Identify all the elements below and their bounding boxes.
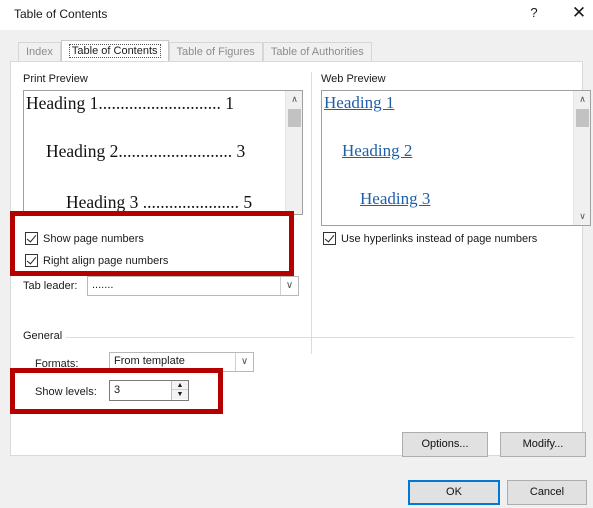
web-preview-heading-3[interactable]: Heading 3 — [360, 189, 430, 209]
spin-up-icon[interactable]: ▲ — [172, 381, 188, 390]
web-preview-heading-2[interactable]: Heading 2 — [342, 141, 412, 161]
print-preview-scrollbar[interactable]: ∧ — [285, 91, 302, 214]
cancel-button[interactable]: Cancel — [507, 480, 587, 505]
toc-panel: Print Preview Heading 1.................… — [10, 61, 591, 457]
scroll-down-icon[interactable]: ∨ — [574, 208, 590, 225]
show-page-numbers-option[interactable]: Show page numbers — [25, 232, 144, 245]
tab-leader-dropdown[interactable]: ....... ∨ — [87, 276, 299, 296]
scroll-thumb[interactable] — [288, 109, 301, 127]
tab-index-label: Index — [26, 46, 53, 58]
show-page-numbers-checkbox[interactable] — [25, 232, 38, 245]
tab-strip: Index Table of Contents Table of Figures… — [18, 40, 372, 62]
tab-leader-label: Tab leader: — [23, 280, 78, 292]
right-align-option[interactable]: Right align page numbers — [25, 254, 168, 267]
use-hyperlinks-option[interactable]: Use hyperlinks instead of page numbers — [323, 232, 537, 245]
chevron-down-icon[interactable]: ∨ — [280, 277, 298, 295]
show-levels-value: 3 — [114, 384, 121, 396]
print-preview-heading-2: Heading 2.......................... 3 — [46, 141, 246, 161]
use-hyperlinks-checkbox[interactable] — [323, 232, 336, 245]
formats-label: Formats: — [35, 358, 79, 370]
formats-dropdown[interactable]: From template ∨ — [109, 352, 254, 372]
help-icon[interactable]: ? — [525, 5, 543, 23]
web-preview-scrollbar[interactable]: ∧ ∨ — [573, 91, 590, 225]
tab-authorities-label: Table of Authorities — [270, 46, 364, 58]
tab-table-of-authorities[interactable]: Table of Authorities — [262, 42, 372, 62]
print-preview-box[interactable]: Heading 1............................ 1 … — [23, 90, 303, 215]
print-preview-heading-3: Heading 3 ...................... 5 — [66, 192, 253, 212]
tab-toc-label: Table of Contents — [68, 44, 161, 58]
modify-button[interactable]: Modify... — [500, 432, 586, 457]
tab-table-of-contents[interactable]: Table of Contents — [60, 40, 169, 62]
web-preview-box[interactable]: Heading 1 Heading 2 Heading 3 ∧ ∨ — [321, 90, 591, 226]
show-levels-label: Show levels: — [35, 386, 97, 398]
scroll-thumb[interactable] — [576, 109, 589, 127]
show-page-numbers-label: Show page numbers — [43, 232, 144, 245]
general-label: General — [23, 330, 67, 342]
chevron-down-icon[interactable]: ∨ — [235, 353, 253, 371]
ok-button[interactable]: OK — [408, 480, 500, 505]
tab-index[interactable]: Index — [18, 42, 61, 62]
tab-figures-label: Table of Figures — [176, 46, 255, 58]
right-align-checkbox[interactable] — [25, 254, 38, 267]
show-levels-spin-buttons: ▲ ▼ — [171, 381, 188, 400]
formats-value: From template — [114, 355, 185, 367]
show-levels-stepper[interactable]: 3 ▲ ▼ — [109, 380, 189, 401]
web-preview-label: Web Preview — [321, 73, 386, 85]
right-align-label: Right align page numbers — [43, 254, 169, 267]
options-button[interactable]: Options... — [402, 432, 488, 457]
title-bar: Table of Contents ? ✕ — [0, 0, 593, 30]
dialog-body: Index Table of Contents Table of Figures… — [0, 30, 593, 508]
use-hyperlinks-label: Use hyperlinks instead of page numbers — [341, 232, 538, 245]
tab-leader-value: ....... — [92, 279, 114, 291]
dialog-title: Table of Contents — [14, 7, 108, 21]
general-divider — [23, 337, 574, 338]
spin-down-icon[interactable]: ▼ — [172, 390, 188, 399]
scroll-up-icon[interactable]: ∧ — [574, 91, 590, 108]
column-divider — [311, 72, 312, 354]
tab-table-of-figures[interactable]: Table of Figures — [168, 42, 263, 62]
web-preview-heading-1[interactable]: Heading 1 — [324, 93, 394, 113]
scroll-up-icon[interactable]: ∧ — [286, 91, 302, 108]
print-preview-heading-1: Heading 1............................ 1 — [26, 93, 235, 113]
close-icon[interactable]: ✕ — [570, 3, 588, 23]
print-preview-label: Print Preview — [23, 73, 88, 85]
